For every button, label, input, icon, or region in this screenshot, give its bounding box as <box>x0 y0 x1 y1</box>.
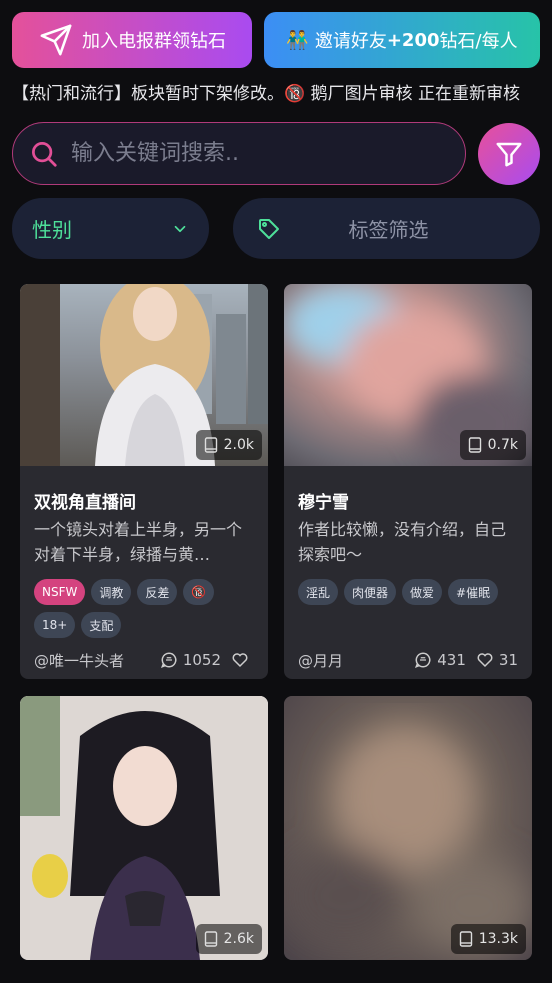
chevron-down-icon <box>174 225 186 232</box>
chat-icon <box>160 652 177 669</box>
send-icon <box>38 22 74 58</box>
chat-icon <box>415 652 431 669</box>
character-portrait-image <box>20 696 268 960</box>
invite-label-suffix: 钻石/每人 <box>439 31 518 52</box>
view-count: 2.6k <box>223 931 254 947</box>
card-author[interactable]: @唯一牛头者 <box>34 650 124 671</box>
card-thumbnail-blurred[interactable]: 13.3k <box>284 696 532 960</box>
card-thumbnail-blurred[interactable]: 0.7k <box>284 284 532 466</box>
character-card[interactable]: 2.6k <box>20 696 268 960</box>
gender-label: 性别 <box>32 218 72 242</box>
tag-chip[interactable]: 18+ <box>34 612 76 638</box>
blurred-portrait-image <box>284 726 532 956</box>
tag-filter-button[interactable]: 标签筛选 <box>233 198 540 259</box>
view-count-badge: 0.7k <box>459 430 526 460</box>
character-card[interactable]: 13.3k <box>284 696 532 960</box>
tag-chip[interactable]: 做爱 <box>402 579 443 605</box>
tag-chip[interactable]: NSFW <box>34 579 86 605</box>
view-count: 13.3k <box>478 931 518 947</box>
comment-count: 1052 <box>182 651 221 669</box>
tag-chip[interactable]: 🔞 <box>183 579 215 605</box>
book-icon <box>468 437 481 453</box>
filter-button[interactable] <box>478 123 540 185</box>
card-description: 一个镜头对着上半身，另一个对着下半身，绿播与黄… <box>34 520 243 564</box>
tag-list: NSFW 调教 反差 🔞 18+ 支配 <box>34 579 254 639</box>
view-count-badge: 13.3k <box>450 924 526 954</box>
join-telegram-button[interactable]: 加入电报群领钻石 <box>12 12 252 68</box>
view-count: 0.7k <box>487 437 518 453</box>
card-thumbnail[interactable]: 2.6k <box>20 696 268 960</box>
like-count: 31 <box>498 651 518 669</box>
card-thumbnail[interactable]: 2.0k <box>20 284 268 466</box>
tag-chip[interactable]: 淫乱 <box>298 579 339 605</box>
tag-filter-label: 标签筛选 <box>348 218 429 242</box>
book-icon <box>204 931 217 947</box>
invite-bonus-amount: +200 <box>386 29 440 51</box>
character-card[interactable]: 0.7k 穆宁雪 作者比较懒，没有介绍，自己探索吧～ 淫乱 肉便器 做爱 #催眠… <box>284 284 532 679</box>
card-title: 双视角直播间 <box>34 493 136 513</box>
tag-chip[interactable]: #催眠 <box>448 579 499 605</box>
tag-list: 淫乱 肉便器 做爱 #催眠 <box>298 579 518 639</box>
search-bar[interactable] <box>12 122 466 185</box>
view-count-badge: 2.6k <box>195 924 262 954</box>
search-input[interactable] <box>71 141 431 166</box>
card-description: 作者比较懒，没有介绍，自己探索吧～ <box>298 520 507 564</box>
character-card[interactable]: 2.0k 双视角直播间 一个镜头对着上半身，另一个对着下半身，绿播与黄… NSF… <box>20 284 268 679</box>
heart-icon[interactable] <box>231 651 249 669</box>
filter-icon <box>496 142 522 167</box>
tag-chip[interactable]: 支配 <box>81 612 122 638</box>
view-count-badge: 2.0k <box>195 430 262 460</box>
gender-select[interactable]: 性别 <box>12 198 209 259</box>
invite-label-prefix: 邀请好友 <box>314 31 387 52</box>
announcement-marquee: 【热门和流行】板块暂时下架修改。🔞 鹅厂图片审核 正在重新审核 <box>12 84 520 104</box>
view-count: 2.0k <box>223 437 254 453</box>
book-icon <box>204 437 217 453</box>
tag-chip[interactable]: 调教 <box>91 579 132 605</box>
heart-icon[interactable] <box>476 651 494 669</box>
card-author[interactable]: @月月 <box>298 650 343 671</box>
book-icon <box>459 931 472 947</box>
comment-count: 431 <box>437 651 466 669</box>
tag-chip[interactable]: 反差 <box>137 579 178 605</box>
friends-icon: 👬 <box>286 29 309 51</box>
join-telegram-label: 加入电报群领钻石 <box>82 31 226 52</box>
card-title: 穆宁雪 <box>298 493 349 513</box>
invite-friends-button[interactable]: 👬 邀请好友 +200 钻石/每人 <box>264 12 540 68</box>
tag-icon <box>259 218 279 239</box>
tag-chip[interactable]: 肉便器 <box>344 579 397 605</box>
search-icon <box>29 139 59 169</box>
